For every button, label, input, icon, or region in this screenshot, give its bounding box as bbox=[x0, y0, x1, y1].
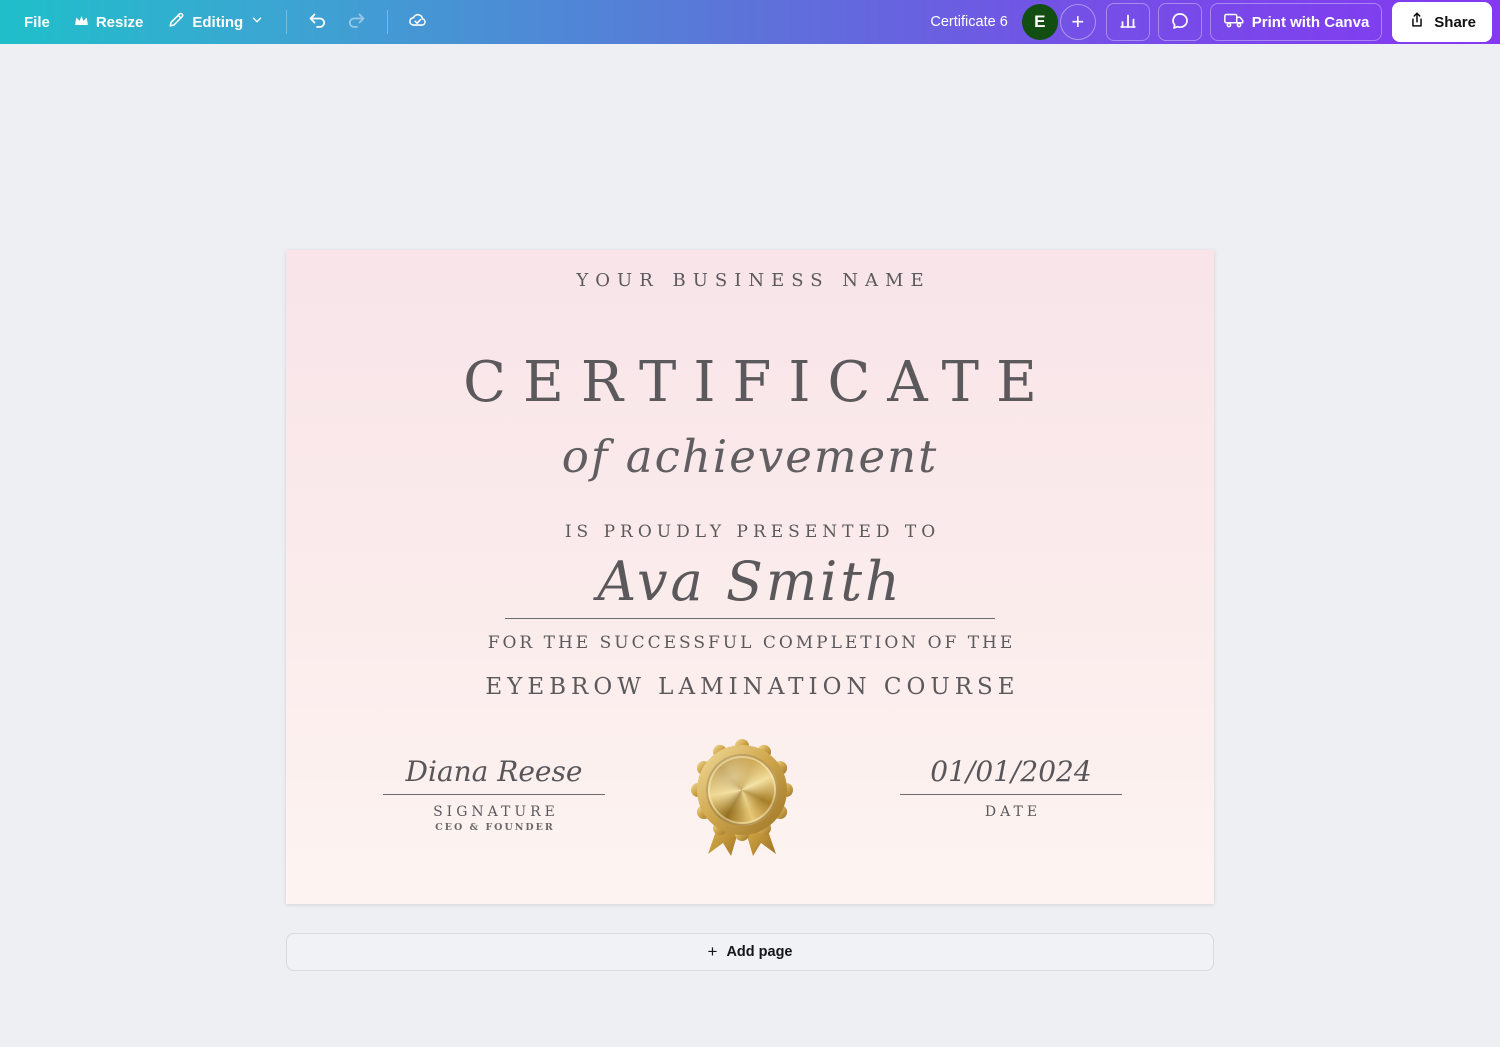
chevron-down-icon bbox=[250, 13, 264, 31]
certificate-page[interactable]: YOUR BUSINESS NAME CERTIFICATE of achiev… bbox=[286, 250, 1214, 904]
toolbar-left-group: File Resize Editing bbox=[12, 0, 438, 44]
plus-icon: + bbox=[707, 942, 718, 961]
toolbar-right-group: Certificate 6 E + Print with Canva Share bbox=[930, 0, 1492, 44]
gold-medal-badge[interactable] bbox=[686, 732, 798, 864]
add-member-button[interactable]: + bbox=[1059, 4, 1096, 40]
date-label[interactable]: DATE bbox=[900, 804, 1122, 820]
certificate-subtitle[interactable]: of achievement bbox=[286, 430, 1214, 483]
medal-disc bbox=[706, 754, 778, 826]
cloud-check-icon bbox=[407, 10, 429, 34]
add-page-label: Add page bbox=[726, 944, 793, 960]
comment-icon bbox=[1170, 11, 1190, 34]
date-block[interactable]: 01/01/2024 DATE bbox=[900, 755, 1122, 820]
editing-mode-button[interactable]: Editing bbox=[155, 3, 276, 41]
resize-button[interactable]: Resize bbox=[62, 3, 156, 41]
course-name[interactable]: EYEBROW LAMINATION COURSE bbox=[286, 674, 1214, 700]
completion-text[interactable]: FOR THE SUCCESSFUL COMPLETION OF THE bbox=[286, 633, 1214, 653]
editing-mode-label: Editing bbox=[192, 13, 244, 31]
share-button[interactable]: Share bbox=[1392, 2, 1492, 42]
certificate-title[interactable]: CERTIFICATE bbox=[286, 350, 1214, 415]
signature-name[interactable]: Diana Reese bbox=[383, 755, 605, 788]
document-title[interactable]: Certificate 6 bbox=[930, 14, 1007, 30]
bar-chart-icon bbox=[1118, 11, 1138, 34]
cloud-save-status-button[interactable] bbox=[398, 3, 438, 41]
comments-button[interactable] bbox=[1157, 3, 1202, 41]
share-label: Share bbox=[1434, 13, 1476, 31]
undo-icon bbox=[307, 10, 327, 34]
plus-icon: + bbox=[1071, 9, 1085, 34]
print-with-canva-button[interactable]: Print with Canva bbox=[1209, 3, 1383, 41]
top-toolbar: File Resize Editing Certificate 6 E + Pr… bbox=[0, 0, 1500, 44]
resize-label: Resize bbox=[95, 13, 144, 31]
recipient-name[interactable]: Ava Smith bbox=[286, 550, 1214, 613]
signature-line bbox=[383, 794, 605, 795]
recipient-underline bbox=[505, 618, 995, 619]
editor-canvas: YOUR BUSINESS NAME CERTIFICATE of achiev… bbox=[0, 250, 1500, 1047]
crown-icon bbox=[74, 14, 89, 31]
signature-label[interactable]: SIGNATURE bbox=[383, 804, 605, 820]
undo-button[interactable] bbox=[297, 3, 337, 41]
toolbar-divider bbox=[286, 10, 288, 34]
date-line bbox=[900, 794, 1122, 795]
avatar[interactable]: E bbox=[1021, 4, 1058, 40]
file-menu-button[interactable]: File bbox=[12, 3, 62, 41]
print-with-canva-label: Print with Canva bbox=[1251, 13, 1370, 31]
business-name[interactable]: YOUR BUSINESS NAME bbox=[286, 270, 1214, 291]
truck-icon bbox=[1223, 11, 1245, 33]
presented-to-text[interactable]: IS PROUDLY PRESENTED TO bbox=[286, 522, 1214, 542]
add-page-button[interactable]: + Add page bbox=[286, 933, 1214, 971]
signature-role[interactable]: CEO & FOUNDER bbox=[383, 822, 605, 833]
redo-button[interactable] bbox=[337, 3, 377, 41]
share-icon bbox=[1408, 11, 1426, 33]
file-menu-label: File bbox=[24, 13, 50, 31]
pencil-icon bbox=[167, 11, 185, 33]
date-value[interactable]: 01/01/2024 bbox=[900, 755, 1122, 788]
signature-block[interactable]: Diana Reese SIGNATURE CEO & FOUNDER bbox=[383, 755, 605, 833]
insights-button[interactable] bbox=[1105, 3, 1150, 41]
redo-icon bbox=[347, 10, 367, 34]
toolbar-divider bbox=[387, 10, 389, 34]
